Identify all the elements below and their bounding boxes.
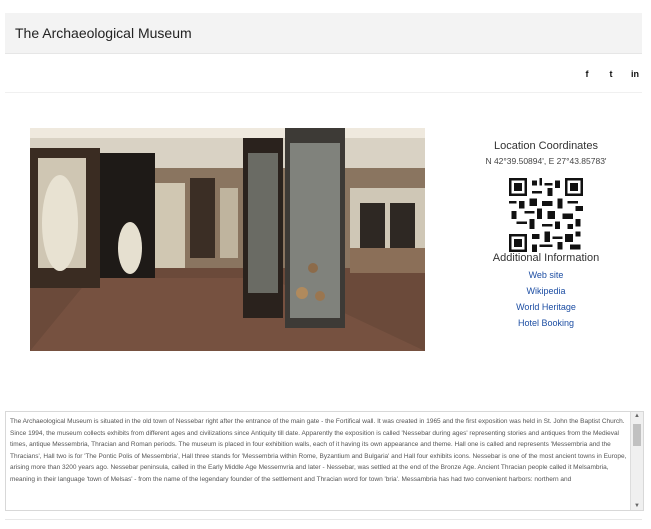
twitter-icon[interactable]: t — [605, 68, 617, 80]
website-link[interactable]: Web site — [455, 270, 637, 280]
description-text: The Archaeological Museum is situated in… — [10, 418, 627, 483]
linkedin-icon[interactable]: in — [629, 68, 641, 80]
scroll-up-icon[interactable]: ▲ — [631, 413, 643, 419]
page-header: The Archaeological Museum — [5, 13, 642, 54]
header-divider — [5, 92, 642, 93]
scroll-down-icon[interactable]: ▼ — [631, 503, 643, 509]
description-textarea[interactable]: The Archaeological Museum is situated in… — [5, 411, 644, 511]
info-sidebar: Location Coordinates N 42°39.50894', E 2… — [455, 140, 637, 328]
hotel-booking-link[interactable]: Hotel Booking — [455, 318, 637, 328]
bottom-divider — [5, 519, 642, 520]
scrollbar-thumb[interactable] — [633, 424, 641, 446]
facebook-icon[interactable]: f — [581, 68, 593, 80]
social-links: f t in — [581, 68, 641, 80]
additional-information-title: Additional Information — [492, 252, 600, 264]
description-scrollbar[interactable]: ▲ ▼ — [630, 412, 643, 510]
coordinates-value: N 42°39.50894', E 27°43.85783' — [485, 156, 607, 166]
museum-interior-photo — [30, 128, 425, 351]
location-coordinates-title: Location Coordinates — [494, 140, 598, 152]
qr-code — [509, 178, 583, 252]
wikipedia-link[interactable]: Wikipedia — [455, 286, 637, 296]
world-heritage-link[interactable]: World Heritage — [455, 302, 637, 312]
page-title: The Archaeological Museum — [15, 25, 192, 41]
